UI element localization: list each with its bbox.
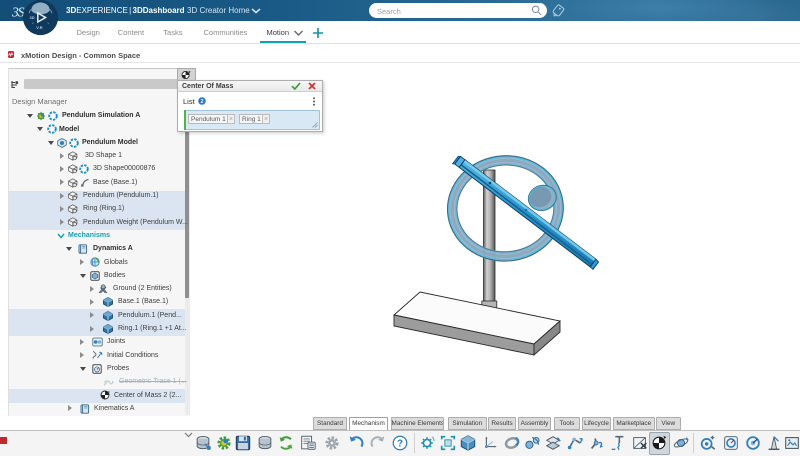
svg-text:2: 2	[200, 99, 203, 105]
svg-text:3D: 3D	[30, 15, 35, 20]
svg-text:?: ?	[397, 439, 403, 450]
svg-text:V.R: V.R	[36, 25, 42, 30]
